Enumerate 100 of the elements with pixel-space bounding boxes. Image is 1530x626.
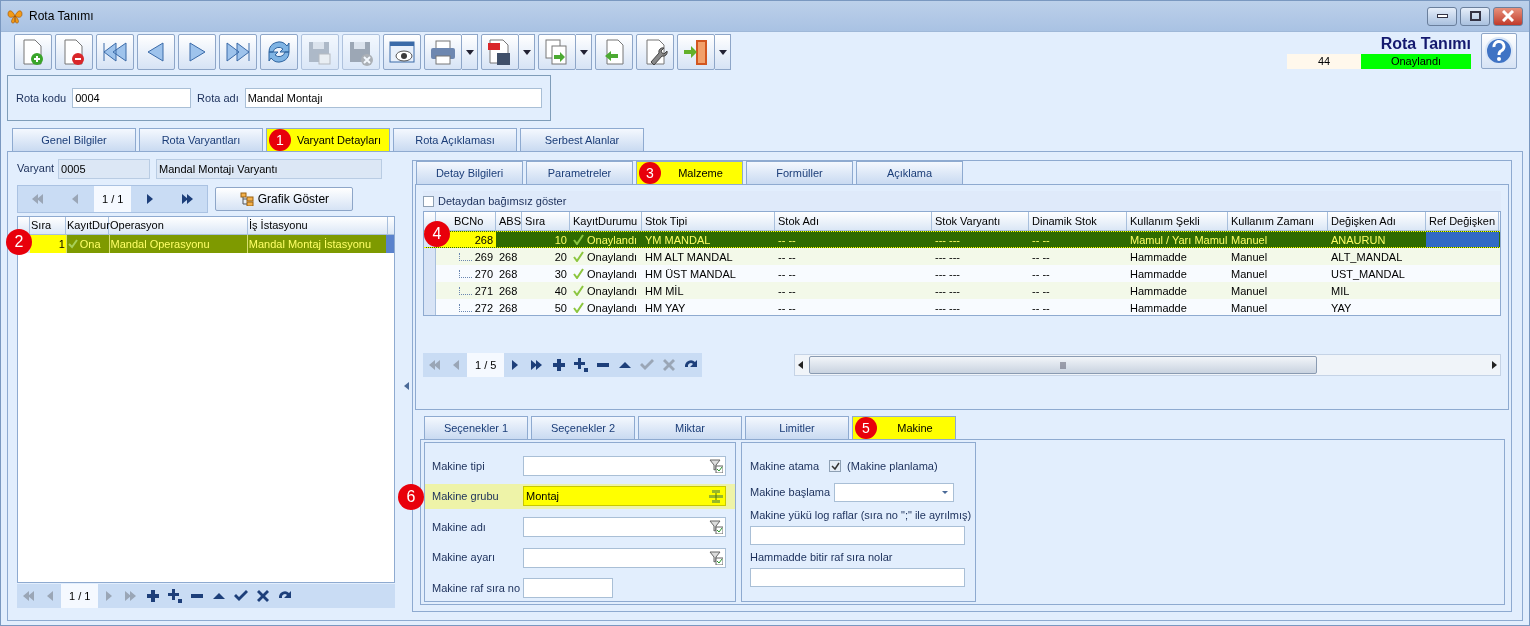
window-control-button[interactable] (1493, 6, 1523, 26)
table-cell-text: 30 (553, 266, 568, 282)
tab[interactable]: Miktar (638, 416, 742, 439)
close-icon (1502, 10, 1514, 22)
table-cell-text: -- -- (1031, 232, 1051, 247)
toolbar-button[interactable] (677, 34, 715, 70)
tab[interactable]: Genel Bilgiler (12, 128, 136, 151)
table-cell-text: HM ALT MANDAL (644, 249, 734, 265)
column-header: Sıra (522, 212, 570, 230)
row-indicator (424, 299, 436, 315)
table-cell: Mandal Montaj İstasyonu (246, 235, 387, 253)
minimize-icon (1436, 14, 1448, 18)
table-cell: Onaylandı (570, 248, 642, 265)
dropdown-button[interactable] (462, 34, 478, 70)
tab[interactable]: 5 Makine (852, 416, 956, 439)
toolbar-button[interactable] (219, 34, 257, 70)
table-cell-text: -- -- (1031, 283, 1051, 299)
toolbar-button[interactable] (383, 34, 421, 70)
maximize-icon (1469, 11, 1481, 21)
tree-line (459, 269, 472, 278)
tab[interactable]: Seçenekler 2 (531, 416, 635, 439)
tab[interactable]: Rota Varyantları (139, 128, 263, 151)
tab[interactable]: Detay Bilgileri (416, 161, 523, 184)
table-cell-text: Hammadde (1129, 300, 1188, 315)
checkbox[interactable] (829, 460, 842, 472)
table-cell-text: Manuel (1230, 232, 1269, 247)
dropdown-button[interactable] (519, 34, 535, 70)
toolbar-button[interactable] (636, 34, 674, 70)
text-field[interactable]: Montaj (523, 486, 726, 507)
text-field[interactable] (750, 526, 965, 545)
scrollbar-thumb[interactable] (809, 356, 1317, 374)
dropdown-button[interactable] (715, 34, 731, 70)
table-cell-text: Hammadde (1129, 283, 1188, 299)
column-header: Değişken Adı (1328, 212, 1426, 230)
tab[interactable]: Parametreler (526, 161, 633, 184)
text-field[interactable] (523, 578, 613, 599)
table-cell-text: -- -- (777, 266, 797, 282)
field-label: Makine raf sıra no (432, 580, 522, 596)
text-field[interactable] (523, 455, 726, 476)
tab[interactable]: 1 Varyant Detayları (266, 128, 390, 151)
text-field[interactable] (523, 547, 726, 568)
status-badge: Onaylandı (1361, 54, 1471, 69)
text-field[interactable]: 0005 (58, 158, 151, 179)
column-header: Kullanım Şekli (1127, 212, 1228, 230)
tab[interactable]: Serbest Alanlar (520, 128, 644, 151)
text-field[interactable]: 0004 (72, 88, 192, 108)
field-label: Hammadde bitir raf sıra nolar (750, 550, 894, 565)
toolbar-button[interactable] (96, 34, 134, 70)
toolbar-button[interactable] (481, 34, 519, 70)
tab[interactable]: Rota Açıklaması (393, 128, 517, 151)
window-control-button[interactable] (1460, 6, 1490, 26)
tab[interactable]: 3 Malzeme (636, 161, 743, 184)
text-field[interactable]: Mandal Montajı (244, 88, 542, 108)
table-cell: 272 (436, 299, 496, 315)
step-marker: 3 (639, 162, 661, 184)
help-button[interactable] (1481, 33, 1517, 69)
dropdown-field[interactable] (834, 482, 955, 502)
table-cell-text: YAY (1330, 300, 1353, 315)
text-field[interactable] (750, 568, 965, 587)
step-marker: 5 (855, 417, 877, 439)
window-control-button[interactable] (1427, 6, 1457, 26)
dropdown-button[interactable] (576, 34, 592, 70)
tab[interactable]: Limitler (745, 416, 849, 439)
table-cell-text: -- -- (1031, 249, 1051, 265)
text-field[interactable]: Mandal Montajı Varyantı (156, 158, 383, 179)
graph-button[interactable]: Grafik Göster (215, 187, 354, 211)
table-cell-text: MIL (1330, 283, 1351, 299)
table-cell-text: 268 (498, 249, 519, 265)
field-label: Makine tipi (432, 458, 486, 474)
row-indicator (424, 248, 436, 265)
table-cell-text: Manuel (1230, 283, 1269, 299)
field-label: Varyant (17, 161, 55, 177)
tab[interactable]: Formüller (746, 161, 853, 184)
toolbar-button[interactable] (424, 34, 462, 70)
horizontal-scrollbar[interactable] (794, 354, 1501, 376)
tab[interactable]: Seçenekler 1 (424, 416, 528, 439)
table-cell-text: 268 (498, 300, 519, 315)
step-marker: 6 (398, 483, 424, 510)
table-cell: 269 (436, 248, 496, 265)
check-icon (573, 234, 584, 245)
field-label: Makine ayarı (432, 550, 496, 566)
column-header: Stok Tipi (642, 212, 775, 230)
x-mark-icon (255, 588, 272, 604)
toolbar-button[interactable] (260, 34, 298, 70)
table-cell-text: 40 (553, 283, 568, 299)
caret-icon (579, 49, 588, 55)
text-field[interactable] (523, 517, 726, 537)
table-cell-text: Manuel (1230, 249, 1269, 265)
record-position: 1 / 1 (61, 584, 99, 608)
column-header: Dinamik Stok (1029, 212, 1127, 230)
record-number: 44 (1287, 54, 1361, 69)
toolbar-button[interactable] (55, 34, 93, 70)
tab[interactable]: Açıklama (856, 161, 963, 184)
check-icon (573, 251, 584, 262)
butterfly-icon (7, 8, 23, 24)
x-mark-icon (661, 357, 678, 373)
table-cell-text: --- --- (934, 266, 962, 282)
step-marker: 1 (269, 129, 291, 151)
table-cell-text: 268 (498, 283, 519, 299)
checkbox[interactable] (423, 195, 434, 207)
